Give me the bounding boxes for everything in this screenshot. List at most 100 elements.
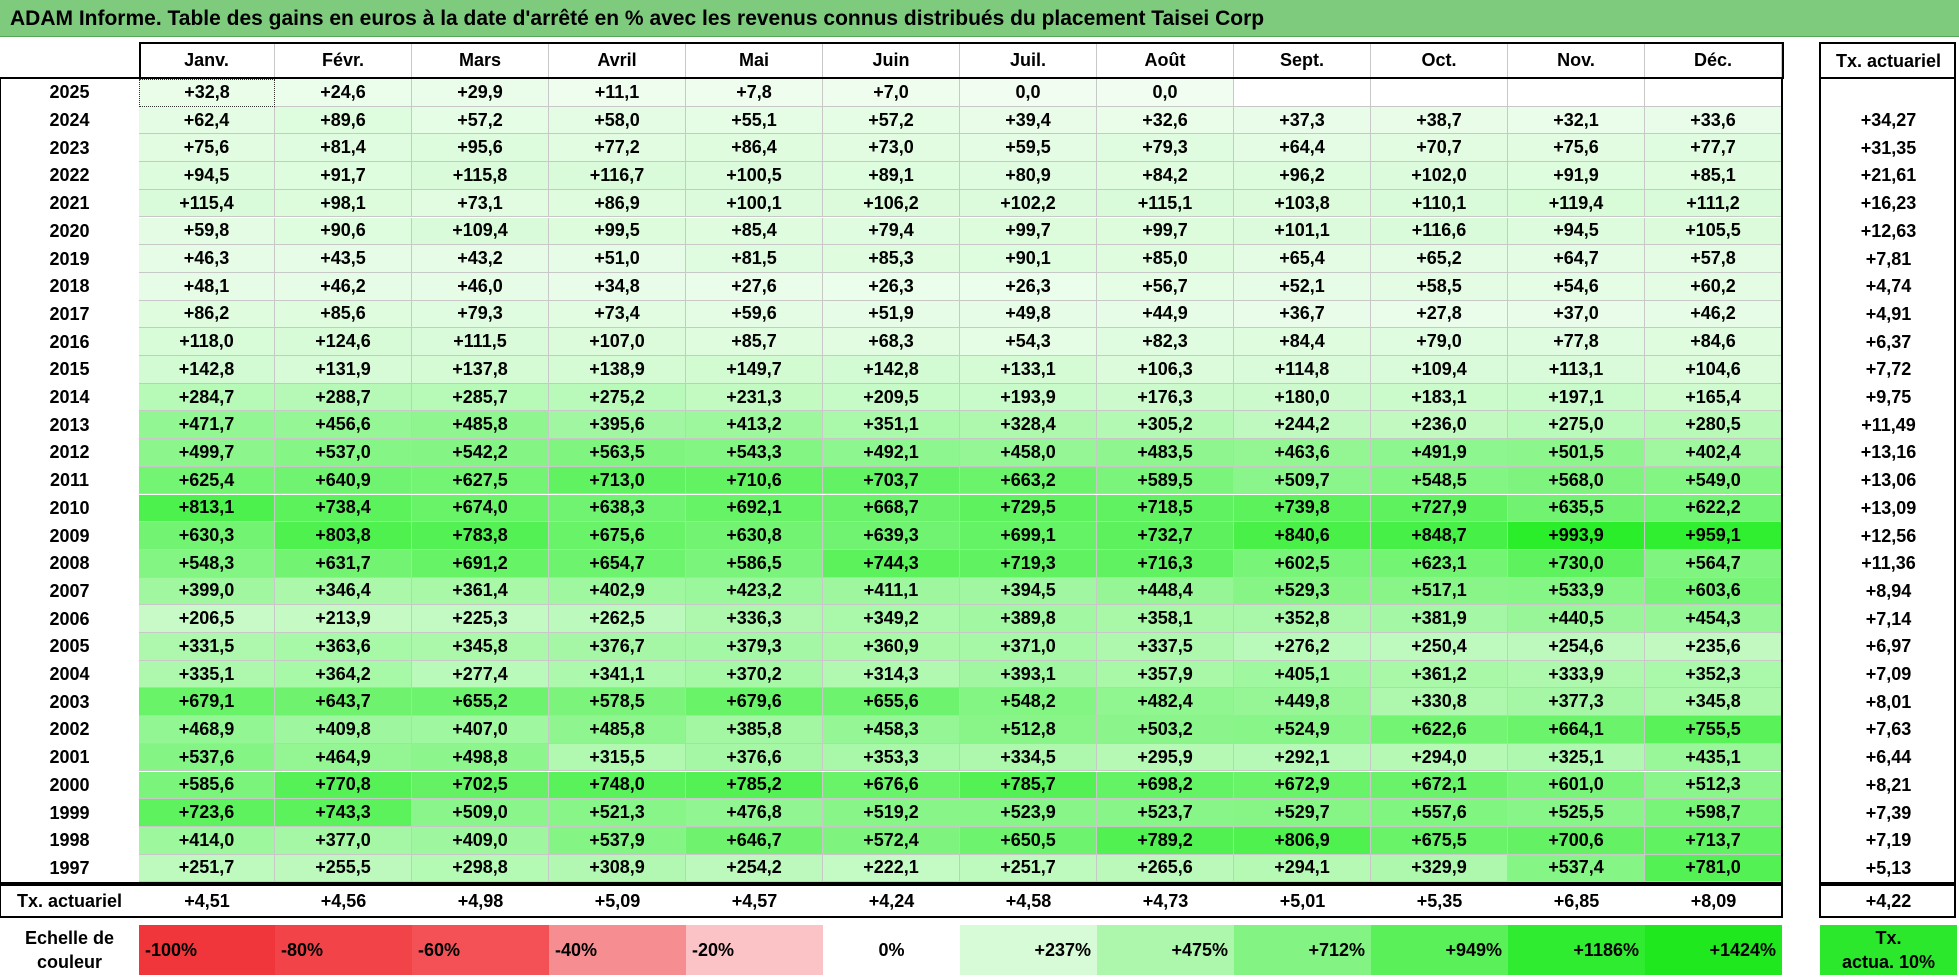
table-cell[interactable]: +64,4 — [1234, 134, 1371, 163]
table-cell[interactable]: +131,9 — [275, 356, 412, 384]
table-cell[interactable]: +183,1 — [1371, 383, 1508, 412]
table-cell[interactable]: +81,5 — [686, 245, 823, 273]
table-cell[interactable]: +244,2 — [1234, 411, 1371, 440]
table-cell[interactable]: +11,1 — [549, 79, 686, 107]
table-cell[interactable]: +691,2 — [412, 549, 549, 578]
table-cell[interactable]: +781,0 — [1645, 854, 1782, 883]
table-cell[interactable]: +376,7 — [549, 633, 686, 661]
table-cell[interactable]: +755,5 — [1645, 716, 1782, 744]
table-cell[interactable]: +46,3 — [139, 245, 275, 273]
table-cell[interactable]: +276,2 — [1234, 633, 1371, 661]
table-cell[interactable]: +308,9 — [549, 854, 686, 883]
table-cell[interactable]: +265,6 — [1097, 854, 1234, 883]
table-cell[interactable]: +603,6 — [1645, 577, 1782, 606]
table-cell[interactable]: +99,7 — [960, 217, 1097, 246]
table-cell[interactable]: +94,5 — [139, 162, 275, 190]
table-cell[interactable]: +650,5 — [960, 826, 1097, 855]
table-cell[interactable]: +98,1 — [275, 189, 412, 218]
table-cell[interactable]: +523,9 — [960, 799, 1097, 827]
table-cell[interactable]: +521,3 — [549, 799, 686, 827]
table-cell[interactable]: +672,9 — [1234, 771, 1371, 800]
table-cell[interactable]: +328,4 — [960, 411, 1097, 440]
table-cell[interactable]: +193,9 — [960, 383, 1097, 412]
table-cell[interactable]: +52,1 — [1234, 272, 1371, 301]
table-cell[interactable]: +783,8 — [412, 522, 549, 550]
table-cell[interactable]: +476,8 — [686, 799, 823, 827]
table-cell[interactable]: +27,8 — [1371, 300, 1508, 329]
table-cell[interactable]: +512,3 — [1645, 771, 1782, 800]
table-cell[interactable]: +106,3 — [1097, 356, 1234, 384]
table-cell[interactable]: +549,0 — [1645, 466, 1782, 495]
table-cell[interactable]: +407,0 — [412, 716, 549, 744]
table-cell[interactable]: +89,6 — [275, 106, 412, 135]
table-cell[interactable]: +80,9 — [960, 162, 1097, 190]
table-cell[interactable]: 0,0 — [960, 79, 1097, 107]
table-cell[interactable]: +730,0 — [1508, 549, 1645, 578]
table-cell[interactable]: +395,6 — [549, 411, 686, 440]
table-cell[interactable]: +732,7 — [1097, 522, 1234, 550]
table-cell[interactable]: +679,6 — [686, 688, 823, 717]
table-cell[interactable]: +106,2 — [823, 189, 960, 218]
table-cell[interactable]: +46,2 — [1645, 300, 1782, 329]
table-cell[interactable]: +501,5 — [1508, 439, 1645, 467]
table-cell[interactable]: +86,2 — [139, 300, 275, 329]
table-cell[interactable]: +409,8 — [275, 716, 412, 744]
table-cell[interactable]: +330,8 — [1371, 688, 1508, 717]
table-cell[interactable]: +744,3 — [823, 549, 960, 578]
table-cell[interactable]: +623,1 — [1371, 549, 1508, 578]
table-cell[interactable]: +77,7 — [1645, 134, 1782, 163]
table-cell[interactable]: +295,9 — [1097, 743, 1234, 772]
table-cell[interactable]: +529,7 — [1234, 799, 1371, 827]
table-cell[interactable]: +99,5 — [549, 217, 686, 246]
table-cell[interactable]: +533,9 — [1508, 577, 1645, 606]
table-cell[interactable]: +294,0 — [1371, 743, 1508, 772]
table-cell[interactable]: +89,1 — [823, 162, 960, 190]
table-cell[interactable]: +435,1 — [1645, 743, 1782, 772]
table-cell[interactable]: +149,7 — [686, 356, 823, 384]
table-cell[interactable]: +739,8 — [1234, 494, 1371, 523]
table-cell[interactable]: +275,2 — [549, 383, 686, 412]
table-cell[interactable]: +206,5 — [139, 605, 275, 633]
table-cell[interactable]: +464,9 — [275, 743, 412, 772]
table-cell[interactable]: +142,8 — [139, 356, 275, 384]
table-cell[interactable]: +568,0 — [1508, 466, 1645, 495]
table-cell[interactable]: +700,6 — [1508, 826, 1645, 855]
table-cell[interactable]: +96,2 — [1234, 162, 1371, 190]
table-cell[interactable]: +548,3 — [139, 549, 275, 578]
table-cell[interactable]: +75,6 — [139, 134, 275, 163]
table-cell[interactable]: +351,1 — [823, 411, 960, 440]
table-cell[interactable]: +85,1 — [1645, 162, 1782, 190]
table-cell[interactable]: +499,7 — [139, 439, 275, 467]
table-cell[interactable]: +102,0 — [1371, 162, 1508, 190]
table-cell[interactable]: +471,7 — [139, 411, 275, 440]
table-cell[interactable]: +727,9 — [1371, 494, 1508, 523]
table-cell[interactable]: +39,4 — [960, 106, 1097, 135]
table-cell[interactable]: +692,1 — [686, 494, 823, 523]
table-cell[interactable]: +109,4 — [412, 217, 549, 246]
table-cell[interactable]: +668,7 — [823, 494, 960, 523]
table-cell[interactable]: +79,3 — [412, 300, 549, 329]
table-cell[interactable]: +85,6 — [275, 300, 412, 329]
table-cell[interactable]: +68,3 — [823, 328, 960, 356]
table-cell[interactable]: +639,3 — [823, 522, 960, 550]
table-cell[interactable]: +402,9 — [549, 577, 686, 606]
table-cell[interactable]: +262,5 — [549, 605, 686, 633]
table-cell[interactable]: +723,6 — [139, 799, 275, 827]
table-cell[interactable]: +7,8 — [686, 79, 823, 107]
table-cell[interactable]: +512,8 — [960, 716, 1097, 744]
table-cell[interactable]: +358,1 — [1097, 605, 1234, 633]
table-cell[interactable]: +335,1 — [139, 660, 275, 689]
table-cell[interactable]: +389,8 — [960, 605, 1097, 633]
table-cell[interactable]: +537,6 — [139, 743, 275, 772]
table-cell[interactable]: +413,2 — [686, 411, 823, 440]
table-cell[interactable] — [1645, 79, 1782, 107]
table-cell[interactable]: +655,6 — [823, 688, 960, 717]
table-cell[interactable]: +84,2 — [1097, 162, 1234, 190]
table-cell[interactable]: +363,6 — [275, 633, 412, 661]
table-cell[interactable]: +73,1 — [412, 189, 549, 218]
table-cell[interactable]: +840,6 — [1234, 522, 1371, 550]
table-cell[interactable]: +280,5 — [1645, 411, 1782, 440]
table-cell[interactable]: +314,3 — [823, 660, 960, 689]
table-cell[interactable]: +675,5 — [1371, 826, 1508, 855]
table-cell[interactable]: +456,6 — [275, 411, 412, 440]
